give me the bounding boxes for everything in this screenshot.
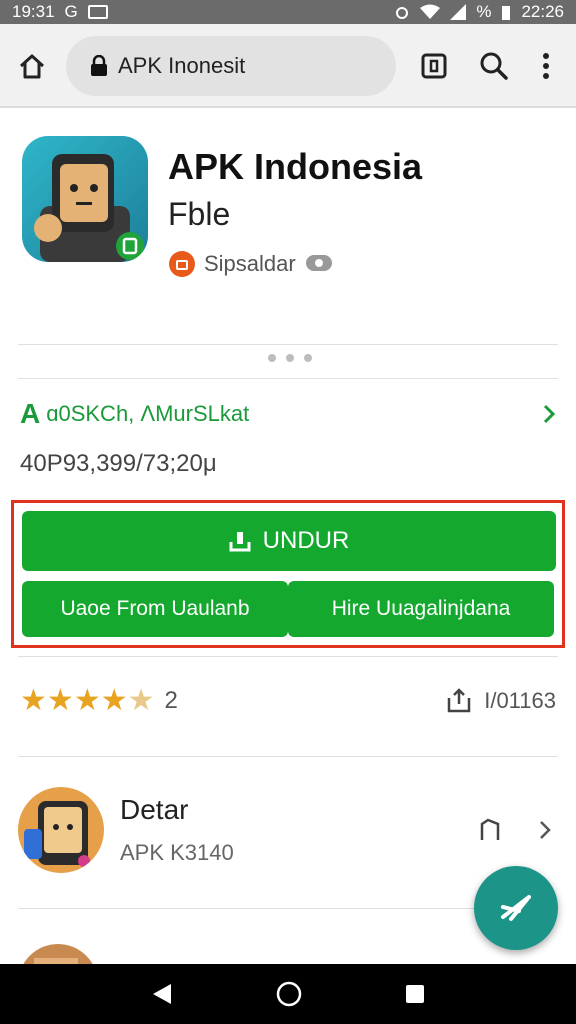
app-header: APK Indonesia Fble Sipsaldar bbox=[0, 108, 576, 344]
secondary-button-right[interactable]: Hire Uuagalinjdana bbox=[288, 581, 554, 637]
half-star-icon: ★ bbox=[127, 684, 155, 717]
signal-icon bbox=[450, 4, 467, 20]
rating-row: ★ ★ ★ ★ ★ 2 I/01163 bbox=[20, 686, 556, 716]
status-time: 19:31 bbox=[12, 2, 55, 21]
star-icon: ★ bbox=[100, 684, 128, 717]
browser-toolbar: APK Inonesit bbox=[0, 24, 576, 108]
menu-icon[interactable] bbox=[522, 42, 570, 90]
status-bar: 19:31 G % 22:26 bbox=[0, 0, 576, 24]
lock-icon bbox=[91, 55, 107, 76]
bookmark-icon[interactable] bbox=[478, 818, 502, 842]
star-icon: ★ bbox=[73, 684, 101, 717]
version-text: 40P93,399/73;20μ bbox=[20, 450, 217, 477]
carousel-dots bbox=[268, 354, 312, 362]
list-item[interactable]: Detar APK K3140 bbox=[18, 782, 558, 878]
download-buttons-highlight: UNDUR Uaoe From Uaulanb Hire Uuagalinjda… bbox=[11, 500, 565, 648]
wifi-icon bbox=[420, 4, 441, 19]
back-icon[interactable] bbox=[151, 982, 173, 1006]
download-button[interactable]: UNDUR bbox=[22, 511, 556, 571]
list-item-subtitle: APK K3140 bbox=[120, 840, 234, 865]
chevron-right-icon[interactable] bbox=[538, 819, 552, 841]
alarm-icon bbox=[396, 7, 409, 19]
rating-count: 2 bbox=[164, 687, 178, 714]
floating-action-button[interactable] bbox=[474, 866, 558, 950]
notification-icon bbox=[87, 5, 108, 19]
app-subtitle: Fble bbox=[168, 196, 231, 232]
divider bbox=[18, 656, 558, 657]
avatar bbox=[18, 787, 104, 873]
battery-text: % bbox=[476, 2, 492, 21]
system-nav-bar bbox=[0, 964, 576, 1024]
app-title: APK Indonesia bbox=[168, 146, 423, 187]
divider bbox=[18, 378, 558, 379]
list-item-title: Detar bbox=[120, 794, 189, 825]
star-icon: ★ bbox=[20, 684, 47, 717]
search-icon[interactable] bbox=[470, 42, 518, 90]
status-g: G bbox=[64, 2, 78, 21]
android-icon: A bbox=[20, 398, 41, 429]
recents-icon[interactable] bbox=[405, 984, 425, 1004]
divider bbox=[18, 756, 558, 757]
home-nav-icon[interactable] bbox=[276, 981, 302, 1007]
star-icon: ★ bbox=[46, 684, 74, 717]
developer-row[interactable]: Sipsaldar bbox=[168, 250, 334, 278]
download-label: UNDUR bbox=[262, 527, 350, 554]
secondary-button-left[interactable]: Uaoe From Uaulanb bbox=[22, 581, 288, 637]
meta-green-label: ɑ0SKCh, ΛMurSLkat bbox=[46, 401, 250, 426]
downloads-count: I/01163 bbox=[484, 688, 556, 713]
chevron-right-icon bbox=[543, 404, 556, 424]
status-time-right: 22:26 bbox=[521, 2, 564, 21]
tabs-icon[interactable] bbox=[410, 42, 458, 90]
send-icon bbox=[501, 895, 531, 921]
download-icon bbox=[229, 532, 251, 552]
developer-badge-icon bbox=[169, 251, 195, 277]
share-icon[interactable] bbox=[446, 688, 472, 714]
developer-name: Sipsaldar bbox=[204, 251, 296, 276]
chat-bubble-icon bbox=[305, 255, 332, 271]
divider bbox=[18, 344, 558, 345]
url-text: APK Inonesit bbox=[118, 53, 246, 78]
url-bar[interactable]: APK Inonesit bbox=[66, 36, 396, 96]
home-icon[interactable] bbox=[8, 42, 56, 90]
meta-row[interactable]: A ɑ0SKCh, ΛMurSLkat bbox=[20, 398, 556, 430]
battery-icon bbox=[502, 6, 511, 20]
app-icon bbox=[22, 136, 148, 262]
